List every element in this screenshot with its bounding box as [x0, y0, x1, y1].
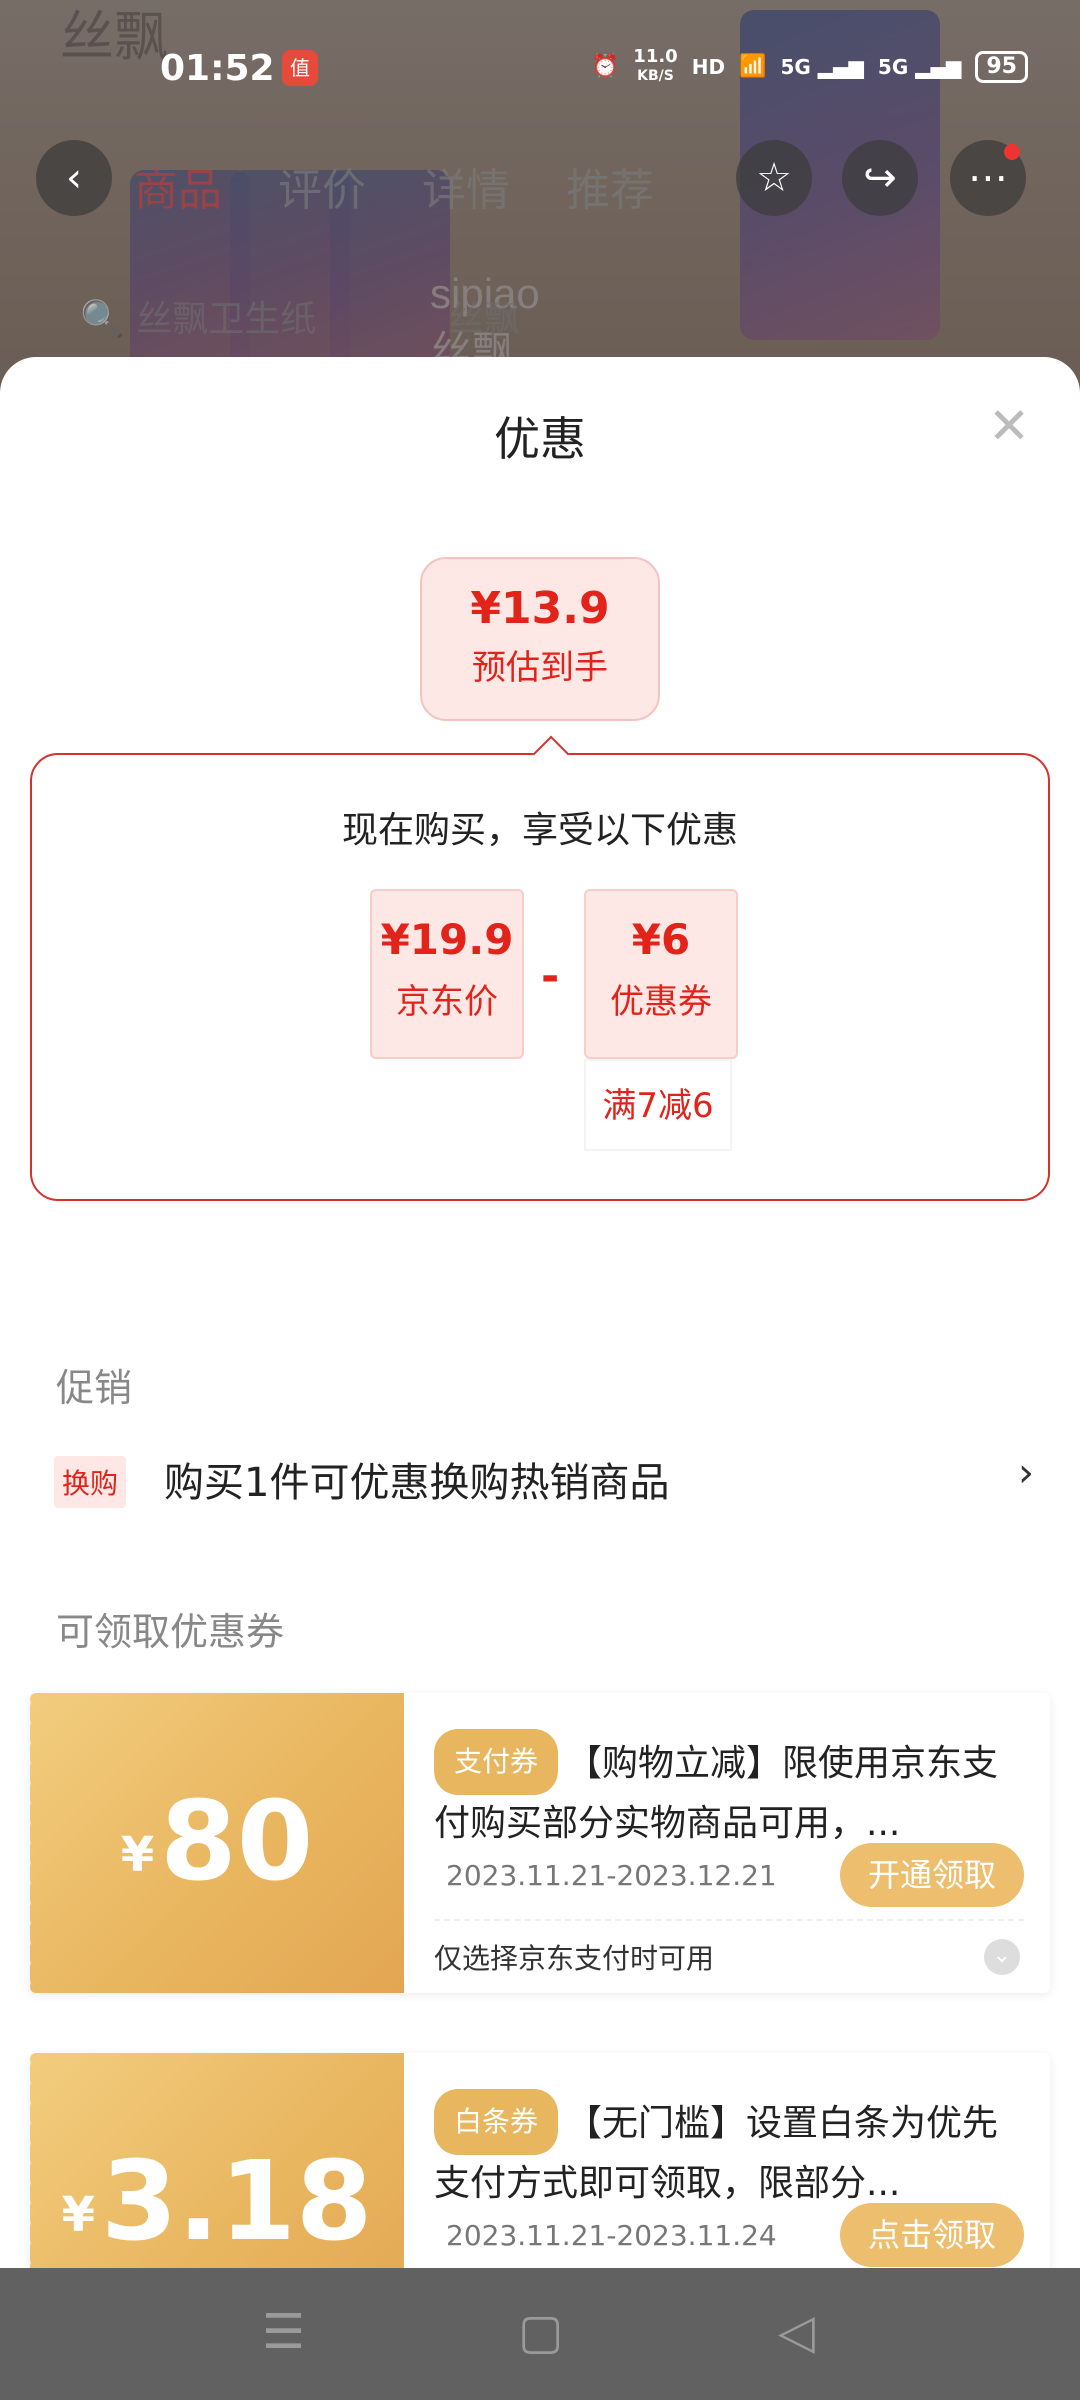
menu-icon[interactable]: ☰	[262, 2308, 305, 2356]
activate-claim-button[interactable]: 开通领取	[840, 1843, 1024, 1907]
status-time: 01:52	[160, 48, 275, 89]
back-icon[interactable]: ‹	[36, 140, 112, 216]
promotion-section-title: 促销	[56, 1366, 133, 1410]
coupon-validity: 2023.11.21-2023.11.24	[446, 2219, 777, 2252]
tab-recommend[interactable]: 推荐	[566, 154, 654, 218]
more-icon[interactable]: ⋯	[950, 140, 1026, 216]
sheet-title: 优惠	[494, 412, 586, 466]
app-notification-icon: 值	[282, 50, 318, 86]
favorite-icon[interactable]: ☆	[736, 140, 812, 216]
base-price-label: 京东价	[396, 982, 498, 1022]
coupon-amount-panel: ¥80	[30, 1693, 404, 1993]
search-row: 🔍 丝飘卫生纸 丝飘	[80, 299, 520, 340]
coupon-type-tag: 白条券	[434, 2089, 559, 2155]
coupon-serrated-edge	[30, 1693, 36, 1993]
estimated-price-badge: ¥13.9 预估到手	[420, 557, 660, 721]
alarm-icon: ⏰	[591, 54, 620, 79]
network-speed: 11.0 KB/S	[633, 46, 678, 85]
home-icon[interactable]: ▢	[518, 2308, 563, 2356]
price-calculation-box: 现在购买，享受以下优惠 ¥19.9 京东价 - ¥6 优惠券 满7减6	[30, 735, 1050, 1201]
pointer-caret	[532, 735, 570, 773]
coupons-section-title: 可领取优惠券	[56, 1610, 285, 1654]
estimated-price-label: 预估到手	[472, 648, 608, 688]
claim-button[interactable]: 点击领取	[840, 2203, 1024, 2267]
coupon-value-box: ¥6 优惠券	[584, 889, 738, 1059]
promotion-tag: 换购	[54, 1456, 127, 1508]
tab-reviews[interactable]: 评价	[278, 154, 366, 218]
promotion-row[interactable]: 换购 购买1件可优惠换购热销商品 ›	[54, 1450, 1034, 1510]
coupon-card: ¥80 支付券 【购物立减】限使用京东支付购买部分实物商品可用，... 2023.…	[30, 1693, 1050, 1993]
base-price: ¥19.9	[380, 915, 514, 964]
back-nav-icon[interactable]: ◁	[778, 2308, 815, 2356]
coupon-amount: ¥3.18	[61, 2137, 373, 2265]
close-icon[interactable]: ✕	[988, 401, 1030, 451]
coupon-amount: ¥80	[120, 1777, 314, 1905]
discount-sheet: 优惠 ✕ ¥13.9 预估到手 现在购买，享受以下优惠 ¥19.9 京东价 - …	[0, 357, 1080, 2353]
coupon-value-label: 优惠券	[610, 982, 712, 1022]
product-top-nav: ‹ 商品 评价 详情 推荐 ☆ ↪ ⋯	[0, 140, 1080, 230]
promotion-text: 购买1件可优惠换购热销商品	[164, 1460, 670, 1506]
battery-icon: 95	[975, 50, 1028, 83]
notification-dot	[1004, 144, 1020, 160]
coupon-note: 仅选择京东支付时可用	[434, 1942, 715, 1975]
coupon-value: ¥6	[631, 915, 691, 964]
tab-details[interactable]: 详情	[422, 154, 510, 218]
system-nav-bar: ☰ ▢ ◁	[0, 2268, 1080, 2400]
coupon-description: 支付券 【购物立减】限使用京东支付购买部分实物商品可用，...	[434, 1729, 1014, 1849]
signal-1-icon: 5G ▂▄▆	[780, 54, 864, 79]
base-price-box: ¥19.9 京东价	[370, 889, 524, 1059]
calc-heading: 现在购买，享受以下优惠	[341, 810, 738, 851]
share-icon[interactable]: ↪	[842, 140, 918, 216]
status-bar: 01:52 值 ⏰ 11.0 KB/S HD 📶 5G ▂▄▆ 5G ▂▄▆ 95	[0, 40, 1080, 100]
coupon-description: 白条券 【无门槛】设置白条为优先支付方式即可领取，限部分...	[434, 2089, 1014, 2209]
signal-2-icon: 5G ▂▄▆	[877, 54, 962, 79]
coupon-validity: 2023.11.21-2023.12.21	[446, 1859, 777, 1892]
tab-product[interactable]: 商品	[134, 154, 222, 218]
minus-sign: -	[541, 951, 560, 1002]
hd-icon: HD	[691, 54, 726, 79]
search-icon: 🔍	[80, 299, 125, 340]
estimated-price: ¥13.9	[470, 583, 610, 634]
coupon-type-tag: 支付券	[434, 1729, 559, 1795]
wifi-icon: 📶	[739, 54, 767, 79]
coupon-condition: 满7减6	[584, 1059, 732, 1151]
expand-icon[interactable]: ⌄	[984, 1939, 1020, 1975]
coupon-divider	[434, 1919, 1024, 1921]
chevron-right-icon: ›	[1018, 1450, 1034, 1496]
